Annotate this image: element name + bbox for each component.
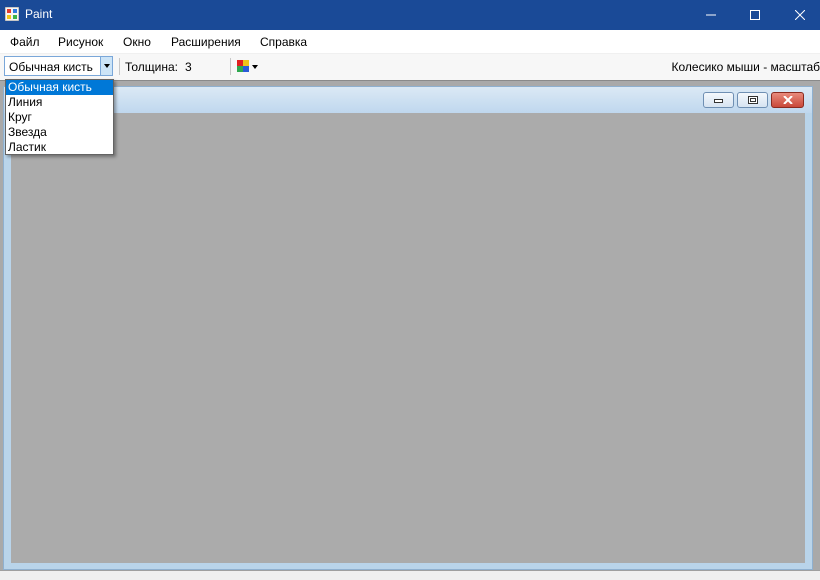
restore-icon: [747, 96, 758, 104]
close-button[interactable]: [777, 0, 820, 30]
toolbar: Обычная кисть Толщина: 3 Колесико мыши -…: [0, 54, 820, 80]
chevron-down-icon: [103, 64, 110, 68]
menu-file[interactable]: Файл: [10, 35, 40, 49]
window-title: Paint: [25, 7, 53, 21]
minimize-icon: [706, 14, 716, 16]
child-close-button[interactable]: [771, 92, 804, 108]
zoom-hint: Колесико мыши - масштаб: [671, 60, 820, 74]
toolbar-separator: [230, 58, 231, 75]
color-palette-icon: [237, 60, 258, 72]
menu-window[interactable]: Окно: [123, 35, 151, 49]
brush-option-line[interactable]: Линия: [6, 95, 113, 110]
maximize-icon: [750, 10, 760, 20]
brush-option-star[interactable]: Звезда: [6, 125, 113, 140]
child-restore-button[interactable]: [737, 92, 768, 108]
child-minimize-button[interactable]: [703, 92, 734, 108]
window-bottom-edge: [0, 570, 820, 580]
maximize-button[interactable]: [732, 0, 778, 30]
combo-dropdown-button[interactable]: [100, 57, 112, 75]
close-icon: [782, 96, 793, 104]
title-bar: Paint: [0, 0, 820, 30]
brush-option-circle[interactable]: Круг: [6, 110, 113, 125]
minimize-button[interactable]: [688, 0, 734, 30]
thickness-input[interactable]: 3: [185, 60, 192, 74]
brush-option-normal[interactable]: Обычная кисть: [6, 80, 113, 95]
color-picker-button[interactable]: [236, 59, 260, 75]
menu-bar: Файл Рисунок Окно Расширения Справка: [0, 30, 820, 53]
brush-type-value: Обычная кисть: [9, 60, 93, 74]
drawing-canvas[interactable]: [11, 113, 805, 563]
close-icon: [795, 10, 805, 20]
child-window-caption[interactable]: [4, 87, 812, 113]
menu-help[interactable]: Справка: [260, 35, 307, 49]
toolbar-separator: [119, 58, 120, 75]
menu-picture[interactable]: Рисунок: [58, 35, 103, 49]
paint-app-icon: [5, 7, 19, 21]
thickness-label: Толщина:: [125, 60, 179, 74]
brush-type-dropdown: Обычная кисть Линия Круг Звезда Ластик: [5, 79, 114, 155]
drawing-child-window: [3, 86, 813, 570]
brush-option-eraser[interactable]: Ластик: [6, 140, 113, 155]
menu-extensions[interactable]: Расширения: [171, 35, 241, 49]
minimize-icon: [714, 99, 723, 103]
brush-type-combo[interactable]: Обычная кисть: [4, 56, 113, 76]
